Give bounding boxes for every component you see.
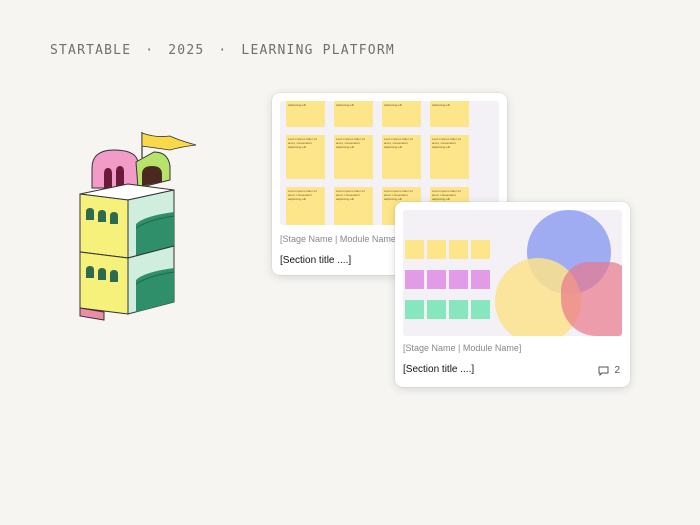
mini-sticky-note [449, 240, 468, 259]
mini-sticky-note [471, 240, 490, 259]
eyebrow-separator: · [218, 43, 228, 58]
mini-sticky-note [405, 300, 424, 319]
module-card-front[interactable]: [Stage Name | Module Name] [Section titl… [395, 202, 630, 387]
sticky-note: Lorem ipsum dolor sit amet, consectetur … [286, 135, 325, 179]
sticky-note: Lorem ipsum dolor sit amet, consectetur … [286, 187, 325, 225]
mini-sticky-note [405, 240, 424, 259]
card-title[interactable]: [Section title ....] [280, 255, 351, 266]
building-illustration [79, 132, 197, 321]
card-title[interactable]: [Section title ....] [403, 364, 474, 375]
eyebrow-separator: · [145, 43, 155, 58]
sticky-note: adipiscing elit [334, 101, 373, 127]
comment-count[interactable]: 2 [598, 365, 620, 376]
card-meta: [Stage Name | Module Name] [403, 343, 522, 353]
eyebrow: STARTABLE · 2025 · LEARNING PLATFORM [50, 43, 395, 58]
sticky-note: Lorem ipsum dolor sit amet, consectetur … [430, 135, 469, 179]
venn-shape-pink [561, 262, 622, 336]
mini-sticky-note [427, 270, 446, 289]
sticky-note: adipiscing elit [382, 101, 421, 127]
comment-count-value: 2 [614, 365, 620, 376]
eyebrow-year: 2025 [168, 43, 205, 58]
mini-sticky-note [427, 300, 446, 319]
mini-sticky-note [471, 300, 490, 319]
mini-sticky-note [405, 270, 424, 289]
eyebrow-brand: STARTABLE [50, 43, 132, 58]
mini-sticky-note [449, 270, 468, 289]
eyebrow-category: LEARNING PLATFORM [241, 43, 395, 58]
mini-sticky-note [471, 270, 490, 289]
mini-sticky-note [427, 240, 446, 259]
comment-icon [598, 366, 609, 376]
sticky-note: Lorem ipsum dolor sit amet, consectetur … [334, 135, 373, 179]
venn-board [403, 210, 622, 336]
card-meta: [Stage Name | Module Name] [280, 234, 399, 244]
mini-sticky-note [449, 300, 468, 319]
sticky-note: adipiscing elit [430, 101, 469, 127]
sticky-note: Lorem ipsum dolor sit amet, consectetur … [382, 135, 421, 179]
sticky-note: Lorem ipsum dolor sit amet, consectetur … [334, 187, 373, 225]
sticky-note: adipiscing elit [286, 101, 325, 127]
